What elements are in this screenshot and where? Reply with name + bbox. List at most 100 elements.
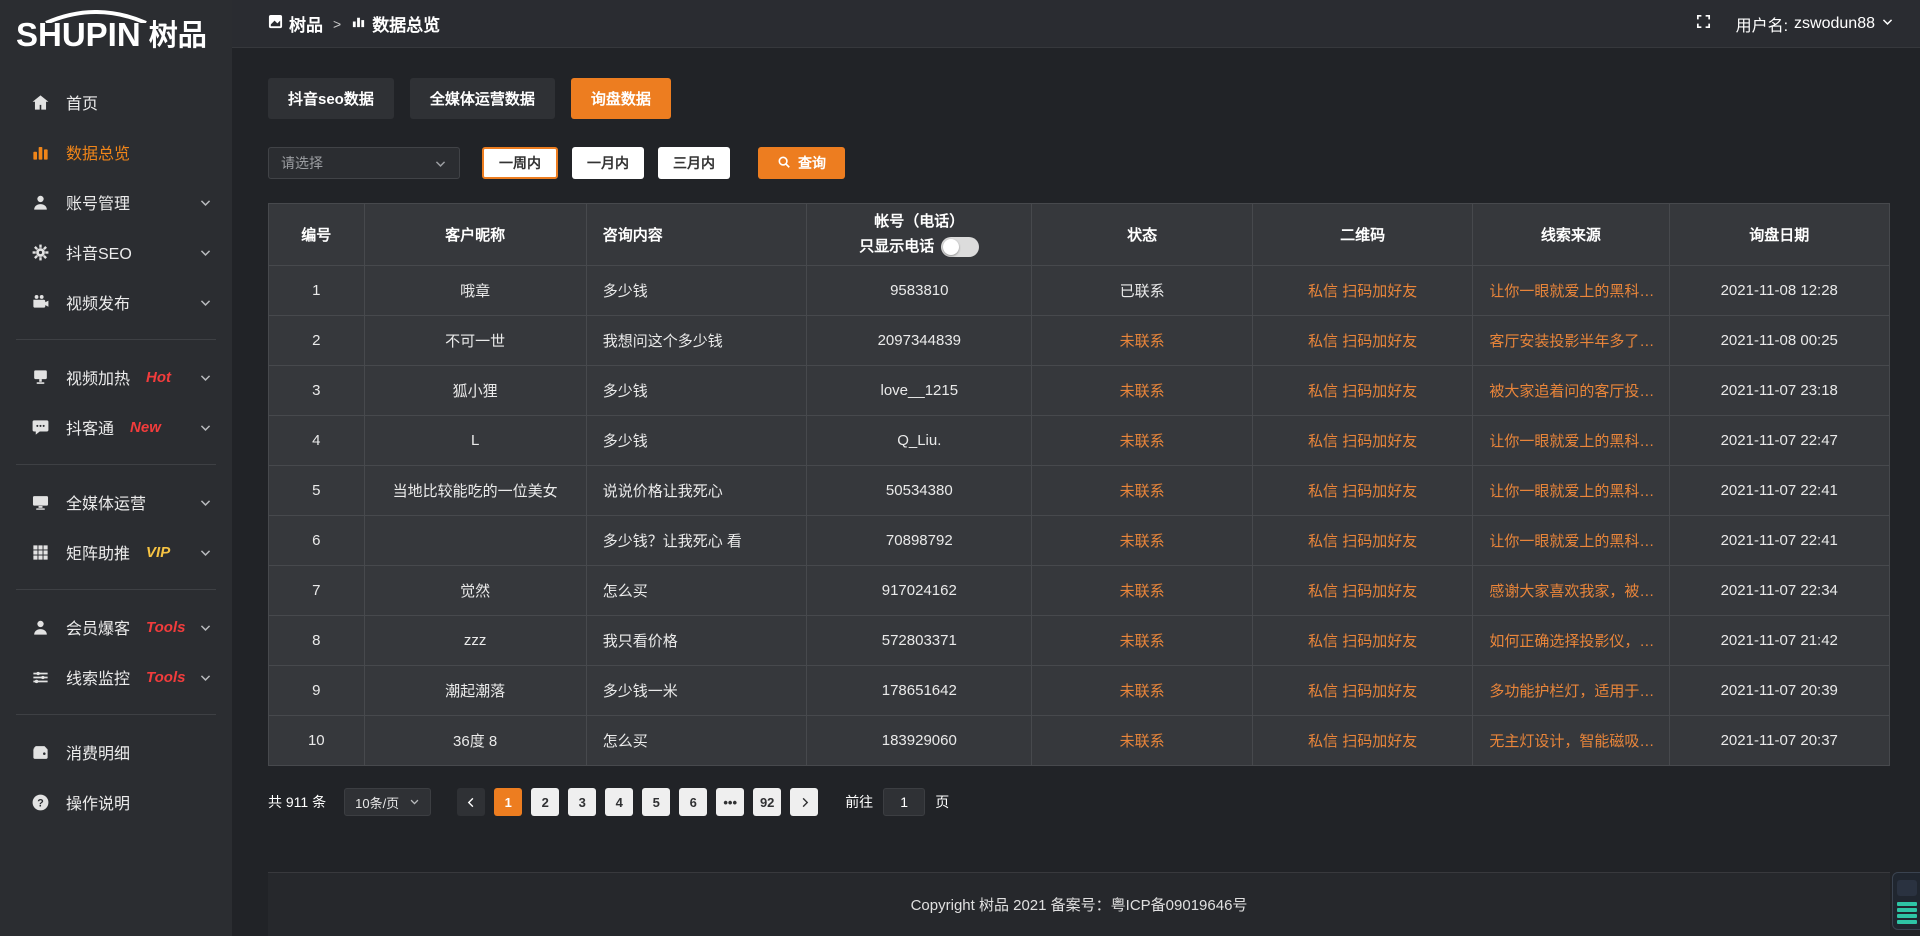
- cell-date: 2021-11-07 22:41: [1669, 466, 1890, 516]
- tools-tag: Tools: [146, 669, 185, 686]
- cell-nickname: 当地比较能吃的一位美女: [364, 466, 586, 516]
- qrcode-link[interactable]: 私信 扫码加好友: [1252, 366, 1472, 416]
- cell-account: 917024162: [807, 566, 1032, 616]
- source-link[interactable]: 让你一眼就爱上的黑科技，能...: [1473, 466, 1669, 516]
- page-ellipsis-button[interactable]: •••: [716, 788, 744, 816]
- qrcode-link[interactable]: 私信 扫码加好友: [1252, 566, 1472, 616]
- cell-account: 70898792: [807, 516, 1032, 566]
- gear-icon: [30, 242, 50, 262]
- cell-account: 50534380: [807, 466, 1032, 516]
- user-icon: [30, 192, 50, 212]
- qrcode-link[interactable]: 私信 扫码加好友: [1252, 416, 1472, 466]
- period-week-button[interactable]: 一周内: [482, 147, 558, 179]
- tab-douyin-seo-data[interactable]: 抖音seo数据: [268, 78, 394, 119]
- sidebar-item-omnimedia-ops[interactable]: 全媒体运营: [0, 477, 232, 527]
- tab-omnimedia-data[interactable]: 全媒体运营数据: [410, 78, 555, 119]
- table-row: 8 zzz 我只看价格 572803371 未联系 私信 扫码加好友 如何正确选…: [269, 616, 1890, 666]
- sidebar-item-label: 消费明细: [66, 740, 130, 764]
- next-page-button[interactable]: [790, 788, 818, 816]
- source-link[interactable]: 感谢大家喜欢我家，被问了好...: [1473, 566, 1669, 616]
- status-badge: 未联系: [1032, 716, 1252, 766]
- sidebar-item-douketong[interactable]: 抖客通 New: [0, 402, 232, 452]
- cell-content: 我只看价格: [586, 616, 806, 666]
- sidebar-item-label: 数据总览: [66, 140, 130, 164]
- sidebar-item-label: 账号管理: [66, 190, 130, 214]
- page-button-2[interactable]: 2: [531, 788, 559, 816]
- source-link[interactable]: 让你一眼就爱上的黑科技，能...: [1473, 416, 1669, 466]
- sidebar-item-video-heat[interactable]: 视频加热 Hot: [0, 352, 232, 402]
- page-button-3[interactable]: 3: [568, 788, 596, 816]
- inquiry-table: 编号 客户昵称 咨询内容 帐号（电话） 只显示电话 状态 二维码 线索来源: [268, 203, 1890, 766]
- chevron-down-icon: [199, 546, 212, 559]
- source-link[interactable]: 如何正确选择投影仪，买投影...: [1473, 616, 1669, 666]
- sliders-icon: [30, 667, 50, 687]
- cell-no: 3: [269, 366, 365, 416]
- source-link[interactable]: 多功能护栏灯，适用于乡村文...: [1473, 666, 1669, 716]
- chevron-down-icon: [1881, 15, 1894, 33]
- query-button[interactable]: 查询: [758, 147, 845, 179]
- floating-widget[interactable]: [1892, 872, 1920, 930]
- phone-only-toggle[interactable]: [941, 237, 979, 257]
- status-badge: 已联系: [1032, 266, 1252, 316]
- source-link[interactable]: 客厅安装投影半年多了，真实...: [1473, 316, 1669, 366]
- cell-no: 2: [269, 316, 365, 366]
- sidebar-item-matrix-boost[interactable]: 矩阵助推 VIP: [0, 527, 232, 577]
- page-button-5[interactable]: 5: [642, 788, 670, 816]
- sidebar-item-home[interactable]: 首页: [0, 77, 232, 127]
- cell-nickname: 潮起潮落: [364, 666, 586, 716]
- sidebar-item-video-publish[interactable]: 视频发布: [0, 277, 232, 327]
- page-button-92[interactable]: 92: [753, 788, 781, 816]
- breadcrumb-root[interactable]: 树品: [268, 11, 323, 36]
- period-quarter-button[interactable]: 三月内: [658, 147, 730, 179]
- goto-page-input[interactable]: [883, 788, 925, 816]
- qrcode-link[interactable]: 私信 扫码加好友: [1252, 716, 1472, 766]
- page-button-6[interactable]: 6: [679, 788, 707, 816]
- cell-account: Q_Liu.: [807, 416, 1032, 466]
- question-icon: ?: [30, 792, 50, 812]
- qrcode-link[interactable]: 私信 扫码加好友: [1252, 516, 1472, 566]
- source-link[interactable]: 让你一眼就爱上的黑科技，能...: [1473, 266, 1669, 316]
- table-header-row: 编号 客户昵称 咨询内容 帐号（电话） 只显示电话 状态 二维码 线索来源: [269, 204, 1890, 266]
- source-link[interactable]: 被大家追着问的客厅投影分享...: [1473, 366, 1669, 416]
- source-link[interactable]: 让你一眼就爱上的黑科技，能...: [1473, 516, 1669, 566]
- page-button-4[interactable]: 4: [605, 788, 633, 816]
- qrcode-link[interactable]: 私信 扫码加好友: [1252, 266, 1472, 316]
- qrcode-link[interactable]: 私信 扫码加好友: [1252, 316, 1472, 366]
- source-link[interactable]: 无主灯设计，智能磁吸轨道灯...: [1473, 716, 1669, 766]
- sidebar-item-instructions[interactable]: ? 操作说明: [0, 777, 232, 827]
- period-month-button[interactable]: 一月内: [572, 147, 644, 179]
- cell-date: 2021-11-07 21:42: [1669, 616, 1890, 666]
- cell-date: 2021-11-07 20:39: [1669, 666, 1890, 716]
- qrcode-link[interactable]: 私信 扫码加好友: [1252, 466, 1472, 516]
- sidebar-item-account-mgmt[interactable]: 账号管理: [0, 177, 232, 227]
- page-size-select[interactable]: 10条/页: [344, 788, 431, 816]
- cell-date: 2021-11-07 22:41: [1669, 516, 1890, 566]
- qrcode-link[interactable]: 私信 扫码加好友: [1252, 666, 1472, 716]
- sidebar-item-label: 视频加热: [66, 365, 130, 389]
- prev-page-button[interactable]: [457, 788, 485, 816]
- cell-date: 2021-11-08 00:25: [1669, 316, 1890, 366]
- video-camera-icon: [30, 292, 50, 312]
- filter-select[interactable]: 请选择: [268, 147, 460, 179]
- cell-nickname: [364, 516, 586, 566]
- sidebar-item-label: 操作说明: [66, 790, 130, 814]
- page-button-1[interactable]: 1: [494, 788, 522, 816]
- fullscreen-icon[interactable]: [1695, 13, 1712, 35]
- sidebar-item-consumption-detail[interactable]: 消费明细: [0, 727, 232, 777]
- topbar-right: 用户名: zswodun88: [1695, 12, 1894, 36]
- sidebar-item-data-overview[interactable]: 数据总览: [0, 127, 232, 177]
- col-qrcode: 二维码: [1252, 204, 1472, 266]
- cell-account: 9583810: [807, 266, 1032, 316]
- cell-content: 多少钱: [586, 416, 806, 466]
- phone-toggle-label: 只显示电话: [859, 236, 934, 259]
- qrcode-link[interactable]: 私信 扫码加好友: [1252, 616, 1472, 666]
- status-badge: 未联系: [1032, 516, 1252, 566]
- user-menu[interactable]: 用户名: zswodun88: [1736, 12, 1894, 36]
- breadcrumb-root-label: 树品: [289, 11, 323, 36]
- cell-content: 多少钱: [586, 366, 806, 416]
- breadcrumb-current[interactable]: 数据总览: [351, 11, 440, 36]
- sidebar-item-douyin-seo[interactable]: 抖音SEO: [0, 227, 232, 277]
- sidebar-item-lead-monitor[interactable]: 线索监控 Tools: [0, 652, 232, 702]
- sidebar-item-member-baoke[interactable]: 会员爆客 Tools: [0, 602, 232, 652]
- tab-inquiry-data[interactable]: 询盘数据: [571, 78, 671, 119]
